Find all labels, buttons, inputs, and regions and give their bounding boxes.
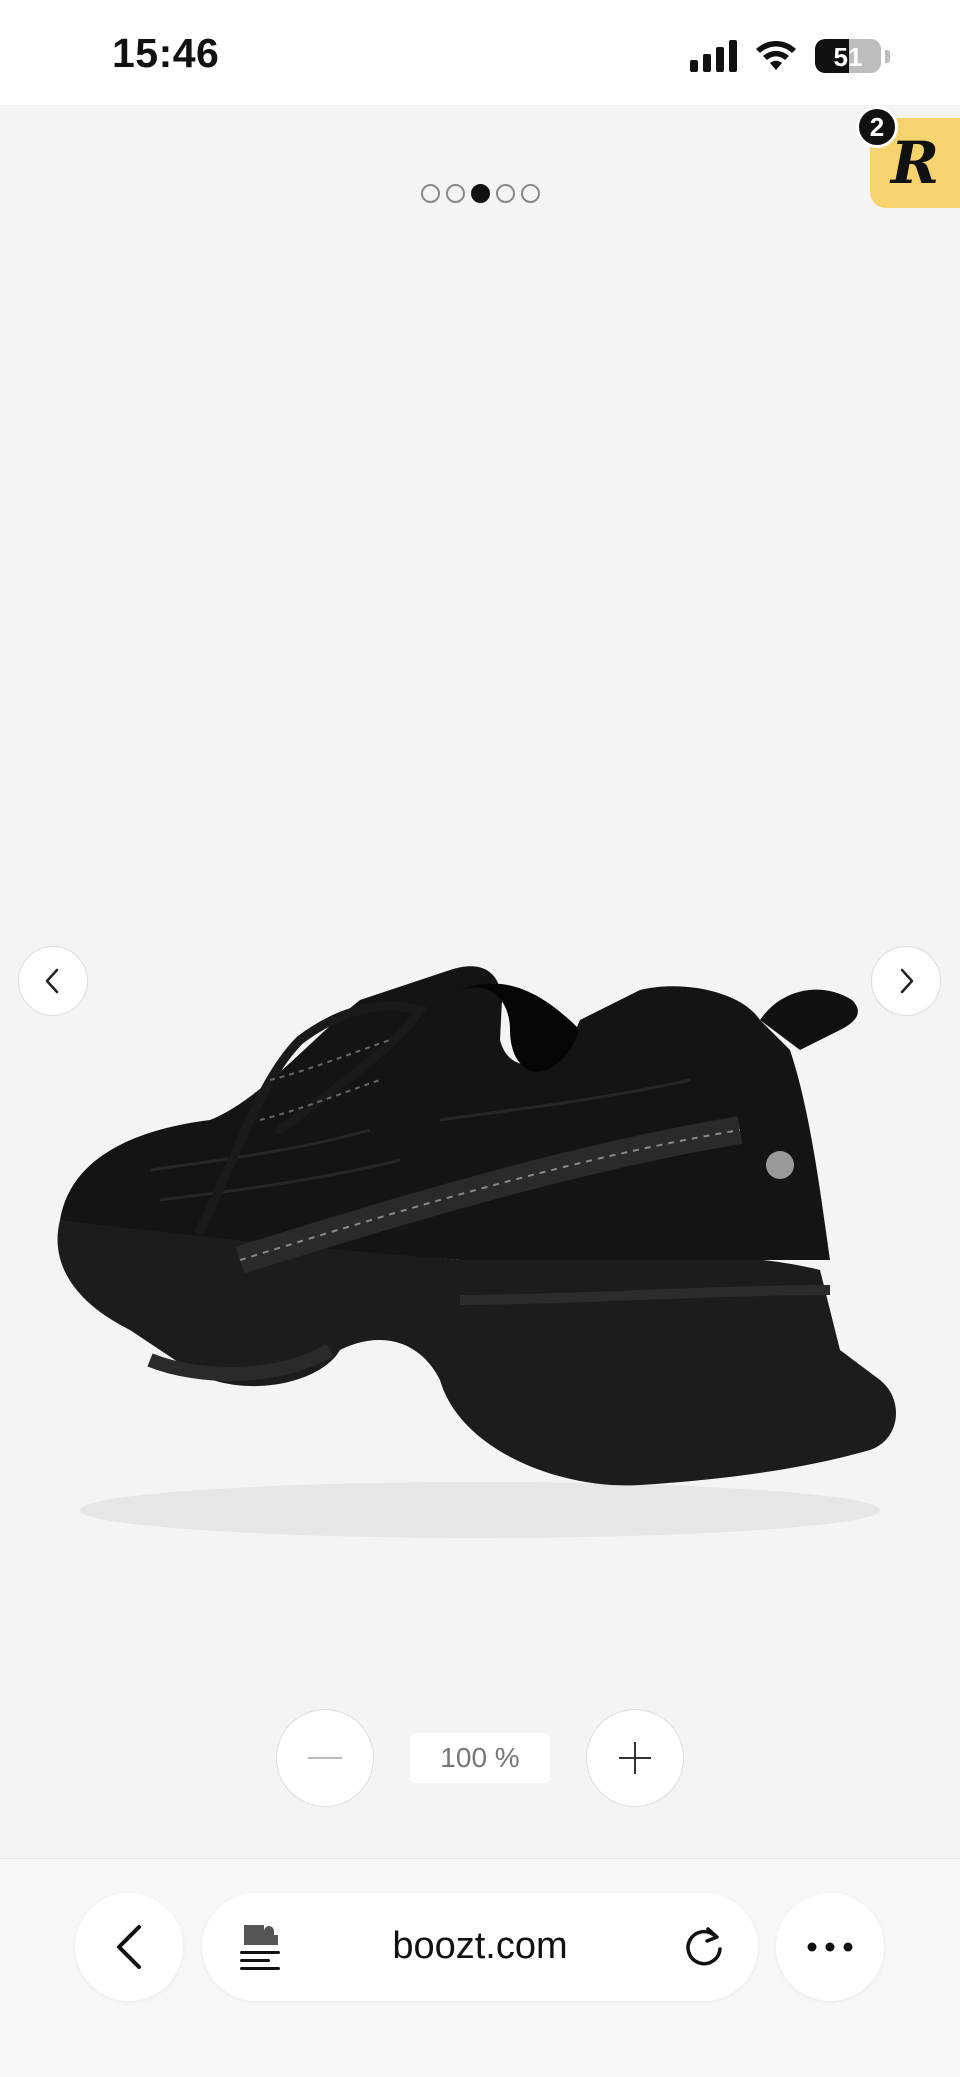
page: 15:46 51 R 2 100 % boozt.com: [0, 0, 960, 2077]
url-text: boozt.com: [392, 1925, 568, 1967]
address-bar[interactable]: boozt.com: [202, 1893, 758, 2001]
battery-icon: 51: [815, 39, 881, 73]
browser-more-button[interactable]: [776, 1893, 884, 2001]
zoom-out-button[interactable]: [276, 1709, 374, 1807]
product-image[interactable]: [40, 930, 920, 1590]
cellular-signal-icon: [690, 40, 737, 72]
status-time: 15:46: [112, 30, 220, 76]
status-icons: 51: [690, 36, 890, 76]
gallery-dot[interactable]: [420, 184, 440, 203]
wifi-icon: [756, 41, 796, 70]
plus-icon: [619, 1742, 651, 1774]
browser-back-button[interactable]: [75, 1893, 183, 2001]
battery-cap: [885, 49, 890, 63]
gallery-dot[interactable]: [470, 184, 490, 203]
zoom-level: 100 %: [410, 1733, 550, 1783]
reload-icon[interactable]: [676, 1919, 732, 1975]
badge-letter: R: [890, 129, 940, 197]
browser-toolbar: boozt.com: [0, 1858, 960, 2077]
badge-count: 2: [856, 106, 898, 148]
gallery-dot[interactable]: [495, 184, 515, 203]
status-bar: 15:46 51: [0, 0, 960, 105]
gallery-dot[interactable]: [445, 184, 465, 203]
back-arrow-icon: [117, 1925, 141, 1969]
gallery-dot[interactable]: [520, 184, 540, 203]
minus-icon: [308, 1757, 342, 1759]
gallery-pagination[interactable]: [0, 184, 960, 203]
battery-percent: 51: [833, 42, 863, 72]
more-dots-icon: [807, 1942, 853, 1952]
zoom-in-button[interactable]: [586, 1709, 684, 1807]
